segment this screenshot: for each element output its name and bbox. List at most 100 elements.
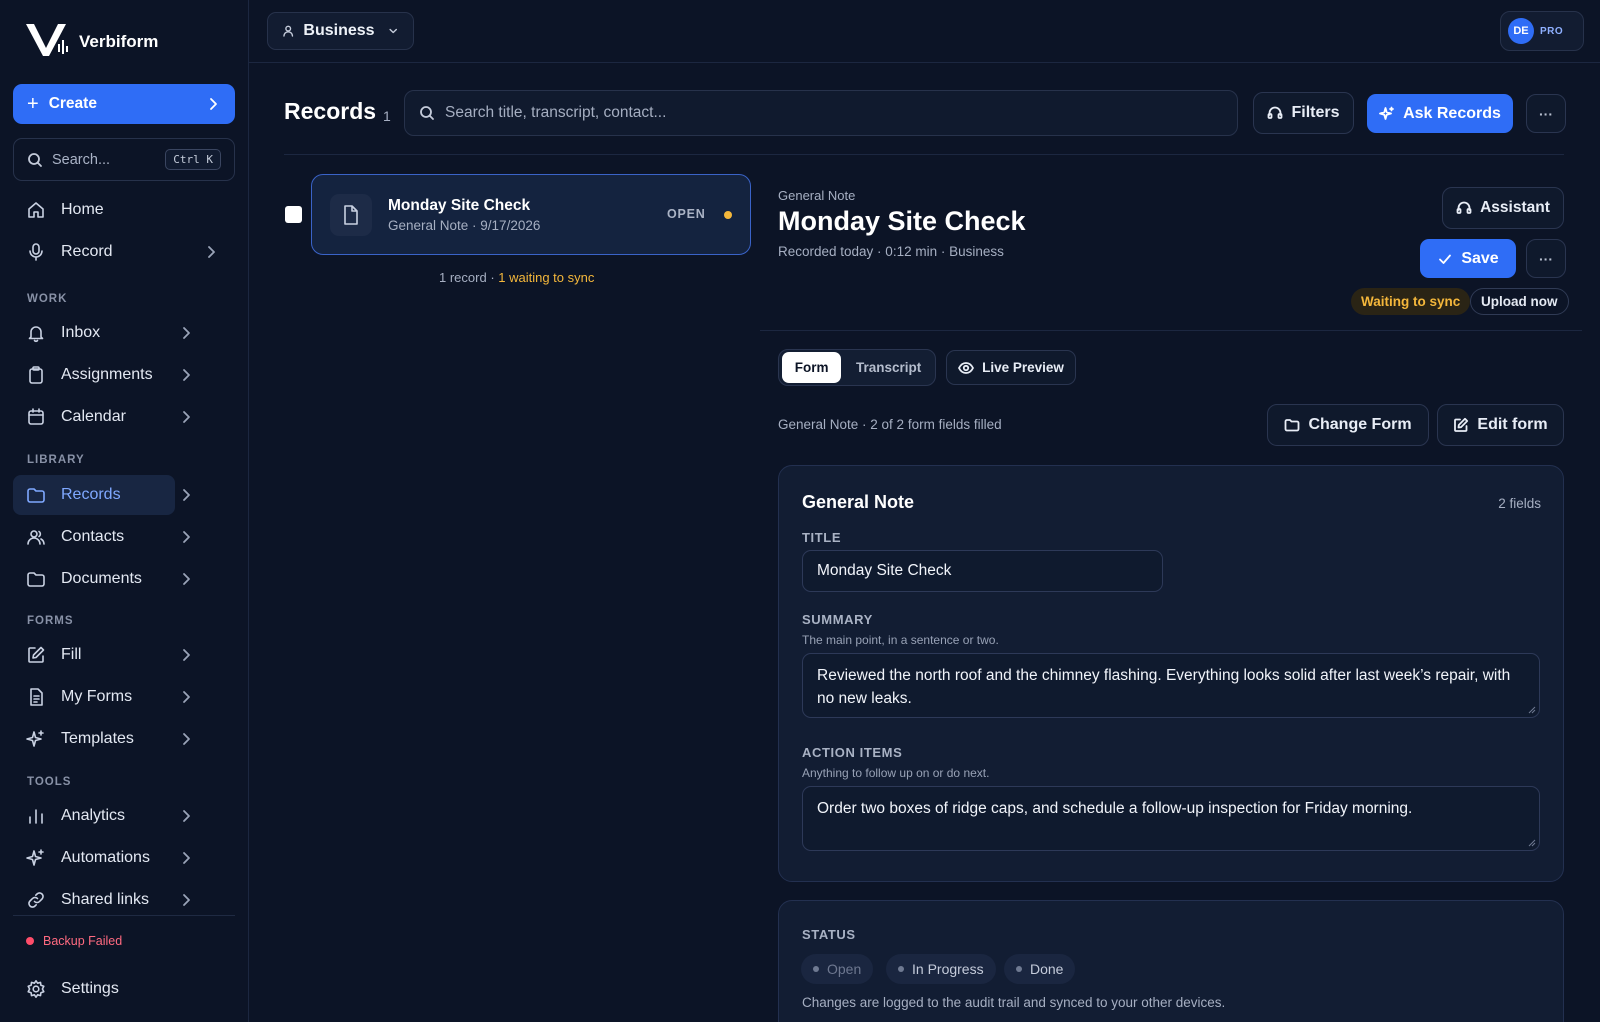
save-label: Save xyxy=(1461,249,1499,267)
edit-form-button[interactable]: Edit form xyxy=(1437,404,1564,446)
summary-field[interactable]: Reviewed the north roof and the chimney … xyxy=(802,653,1540,718)
record-subtitle: General Note · 9/17/2026 xyxy=(388,218,541,233)
sparkle-icon xyxy=(1379,106,1394,120)
sidebar-item-record[interactable]: Record xyxy=(13,232,235,272)
sidebar-item-label: Fill xyxy=(61,646,82,663)
filters-label: Filters xyxy=(1291,104,1340,121)
headset-icon xyxy=(1456,201,1472,214)
sidebar-item-automations[interactable]: Automations xyxy=(13,838,235,878)
upload-now-button[interactable]: Upload now xyxy=(1470,288,1569,315)
chevron-right-icon xyxy=(183,894,190,906)
records-search-input[interactable]: Search title, transcript, contact... xyxy=(404,90,1238,136)
create-label: Create xyxy=(48,95,97,112)
resize-handle-icon[interactable] xyxy=(1528,839,1536,847)
create-button[interactable]: + Create xyxy=(13,84,235,124)
sidebar-item-settings[interactable]: Settings xyxy=(13,969,235,1009)
sidebar-item-my-forms[interactable]: My Forms xyxy=(13,677,235,717)
live-preview-button[interactable]: Live Preview xyxy=(946,350,1076,385)
sidebar-item-calendar[interactable]: Calendar xyxy=(13,397,235,437)
change-form-button[interactable]: Change Form xyxy=(1267,404,1429,446)
brand[interactable]: Verbiform xyxy=(25,22,158,58)
sidebar-item-templates[interactable]: Templates xyxy=(13,719,235,759)
record-detail-title: Monday Site Check xyxy=(778,206,1026,236)
tab-form[interactable]: Form xyxy=(782,352,842,383)
sidebar-item-analytics[interactable]: Analytics xyxy=(13,796,235,836)
chevron-right-icon xyxy=(183,489,190,501)
assistant-button[interactable]: Assistant xyxy=(1442,187,1564,229)
summary-field-help: The main point, in a sentence or two. xyxy=(802,633,999,647)
resize-handle-icon[interactable] xyxy=(1528,706,1536,714)
sidebar-item-fill[interactable]: Fill xyxy=(13,635,235,675)
title-field[interactable]: Monday Site Check xyxy=(802,550,1163,592)
waiting-count: 1 waiting to sync xyxy=(498,270,595,285)
sparkle-icon xyxy=(26,730,44,747)
more-icon: ··· xyxy=(1539,105,1553,122)
more-options-button[interactable]: ··· xyxy=(1526,94,1566,133)
account-menu[interactable]: DE PRO xyxy=(1500,11,1584,51)
records-list-footer: 1 record · 1 waiting to sync xyxy=(439,270,594,285)
chevron-right-icon xyxy=(183,327,190,339)
change-form-label: Change Form xyxy=(1308,416,1412,433)
chevron-right-icon xyxy=(208,246,215,258)
sidebar-item-label: Assignments xyxy=(61,366,153,383)
record-more-button[interactable]: ··· xyxy=(1526,239,1566,278)
ask-records-button[interactable]: Ask Records xyxy=(1367,94,1513,133)
sidebar-item-records[interactable]: Records xyxy=(13,475,190,515)
sidebar-item-label: My Forms xyxy=(61,688,133,705)
summary-field-label: SUMMARY xyxy=(802,612,873,627)
sidebar-item-contacts[interactable]: Contacts xyxy=(13,517,235,557)
status-option-open[interactable]: Open xyxy=(801,954,874,984)
microphone-icon xyxy=(29,243,43,261)
edit-icon xyxy=(28,646,45,663)
ask-records-label: Ask Records xyxy=(1403,104,1501,122)
sidebar-item-label: Templates xyxy=(61,730,134,747)
record-list-item[interactable]: Monday Site Check General Note · 9/17/20… xyxy=(311,174,751,255)
action-items-field-label: ACTION ITEMS xyxy=(802,745,903,760)
folder-icon xyxy=(1285,419,1300,432)
bar-chart-icon xyxy=(29,809,43,824)
record-meta: Recorded today · 0:12 min · Business xyxy=(778,244,1004,259)
link-icon xyxy=(28,892,44,908)
brand-name: Verbiform xyxy=(79,32,159,51)
folder-icon xyxy=(27,488,45,503)
search-shortcut: Ctrl K xyxy=(165,149,221,170)
filters-button[interactable]: Filters xyxy=(1253,92,1354,134)
chevron-right-icon xyxy=(183,852,190,864)
chevron-right-icon xyxy=(183,573,190,585)
sidebar-item-label: Record xyxy=(61,243,113,260)
status-note: Changes are logged to the audit trail an… xyxy=(802,995,1226,1010)
section-label-library: LIBRARY xyxy=(27,454,85,466)
tab-transcript[interactable]: Transcript xyxy=(845,352,932,383)
sidebar-item-assignments[interactable]: Assignments xyxy=(13,355,235,395)
status-option-done[interactable]: Done xyxy=(1004,954,1076,984)
sidebar-item-shared-links[interactable]: Shared links xyxy=(13,880,235,920)
record-select-checkbox[interactable] xyxy=(285,206,302,223)
workspace-switcher[interactable]: Business xyxy=(267,12,414,50)
records-total: 1 record xyxy=(439,270,487,285)
edit-form-label: Edit form xyxy=(1477,416,1548,433)
form-fill-summary: General Note · 2 of 2 form fields filled xyxy=(778,417,1002,432)
bell-icon xyxy=(28,326,44,343)
gear-icon xyxy=(27,980,45,998)
backup-status[interactable]: Backup Failed xyxy=(26,934,122,948)
sync-status-badge: Waiting to sync xyxy=(1351,288,1471,315)
sidebar-item-documents[interactable]: Documents xyxy=(13,559,235,599)
workspace-name: Business xyxy=(303,22,375,39)
topbar-divider xyxy=(249,62,1600,63)
record-title: Monday Site Check xyxy=(388,197,531,214)
page-title: Records xyxy=(284,98,377,124)
action-items-field[interactable]: Order two boxes of ridge caps, and sched… xyxy=(802,786,1540,851)
search-icon xyxy=(28,152,42,167)
edit-icon xyxy=(1454,417,1469,432)
save-button[interactable]: Save xyxy=(1420,239,1516,278)
sidebar-search[interactable]: Search... Ctrl K xyxy=(13,138,235,181)
sidebar-item-label: Shared links xyxy=(61,891,150,908)
status-option-label: Open xyxy=(827,961,862,977)
chevron-right-icon xyxy=(183,531,190,543)
summary-field-value: Reviewed the north roof and the chimney … xyxy=(817,667,1511,707)
sidebar-item-home[interactable]: Home xyxy=(13,190,235,230)
sidebar-item-inbox[interactable]: Inbox xyxy=(13,313,235,353)
form-name: General Note xyxy=(802,492,915,512)
check-icon xyxy=(1439,254,1452,264)
status-option-in-progress[interactable]: In Progress xyxy=(886,954,996,984)
